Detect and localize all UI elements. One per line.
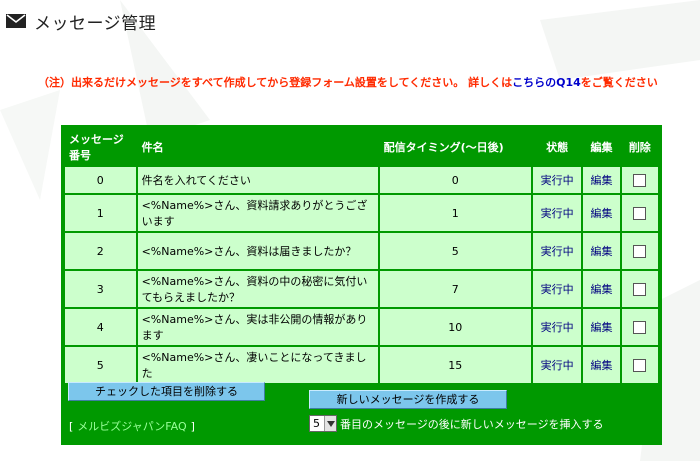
row-number: 3 <box>65 271 136 307</box>
faq-footer: [メルビズジャパンFAQ] <box>69 418 195 434</box>
faq-open-bracket: [ <box>69 420 74 433</box>
message-table: メッセージ番号 件名 配信タイミング(～日後) 状態 編集 削除 0 件名を入れ… <box>63 127 660 385</box>
edit-link[interactable]: 編集 <box>590 245 612 258</box>
notice-message: （注）出来るだけメッセージをすべて作成してから登録フォーム設置をしてください。 … <box>38 74 658 90</box>
header-timing: 配信タイミング(～日後) <box>379 129 531 165</box>
row-subject: <%Name%>さん、実は非公開の情報があります <box>137 309 378 345</box>
status-link[interactable]: 実行中 <box>541 245 574 258</box>
edit-link[interactable]: 編集 <box>590 359 612 372</box>
edit-link[interactable]: 編集 <box>590 321 612 334</box>
status-link[interactable]: 実行中 <box>541 321 574 334</box>
row-number: 4 <box>65 309 136 345</box>
notice-suffix: をご覧ください <box>580 76 658 89</box>
table-row: 4 <%Name%>さん、実は非公開の情報があります 10 実行中 編集 <box>65 309 658 345</box>
page-title: メッセージ管理 <box>34 13 157 34</box>
delete-checkbox[interactable] <box>633 173 647 187</box>
header-edit: 編集 <box>583 129 620 165</box>
header-subject: 件名 <box>137 129 378 165</box>
insert-position-label: 番目のメッセージの後に新しいメッセージを挿入する <box>340 417 604 431</box>
row-number: 2 <box>65 233 136 269</box>
row-number: 0 <box>65 167 136 193</box>
insert-position-row: 5 番目のメッセージの後に新しいメッセージを挿入する <box>309 415 604 432</box>
status-link[interactable]: 実行中 <box>541 359 574 372</box>
row-timing: 7 <box>379 271 531 307</box>
notice-text: （注）出来るだけメッセージをすべて作成してから登録フォーム設置をしてください。 <box>38 76 465 89</box>
delete-checkbox[interactable] <box>633 358 647 372</box>
row-timing: 5 <box>379 233 531 269</box>
mail-icon <box>6 14 26 28</box>
row-number: 5 <box>65 347 136 383</box>
row-timing: 10 <box>379 309 531 345</box>
delete-checked-button[interactable]: チェックした項目を削除する <box>68 382 265 401</box>
status-link[interactable]: 実行中 <box>541 174 574 187</box>
chevron-down-icon <box>324 416 336 431</box>
faq-link[interactable]: メルビズジャパンFAQ <box>77 420 186 433</box>
new-message-button[interactable]: 新しいメッセージを作成する <box>309 390 507 409</box>
faq-close-bracket: ] <box>190 420 195 433</box>
delete-checkbox[interactable] <box>633 206 647 220</box>
row-subject: <%Name%>さん、資料は届きましたか？ <box>137 233 378 269</box>
table-row: 5 <%Name%>さん、凄いことになってきました 15 実行中 編集 <box>65 347 658 383</box>
notice-link-prefix: 詳しくは <box>468 76 513 89</box>
edit-link[interactable]: 編集 <box>590 174 612 187</box>
delete-checkbox[interactable] <box>633 282 647 296</box>
status-link[interactable]: 実行中 <box>541 207 574 220</box>
row-timing: 15 <box>379 347 531 383</box>
insert-position-select[interactable]: 5 <box>309 415 337 432</box>
faq-q14-link[interactable]: こちらのQ14 <box>512 76 581 89</box>
message-panel: メッセージ番号 件名 配信タイミング(～日後) 状態 編集 削除 0 件名を入れ… <box>61 125 662 445</box>
row-subject: <%Name%>さん、資料の中の秘密に気付いてもらえましたか？ <box>137 271 378 307</box>
row-timing: 1 <box>379 195 531 231</box>
delete-checkbox[interactable] <box>633 244 647 258</box>
table-row: 3 <%Name%>さん、資料の中の秘密に気付いてもらえましたか？ 7 実行中 … <box>65 271 658 307</box>
table-row: 1 <%Name%>さん、資料請求ありがとうございます 1 実行中 編集 <box>65 195 658 231</box>
table-row: 2 <%Name%>さん、資料は届きましたか？ 5 実行中 編集 <box>65 233 658 269</box>
table-header-row: メッセージ番号 件名 配信タイミング(～日後) 状態 編集 削除 <box>65 129 658 165</box>
row-subject: <%Name%>さん、資料請求ありがとうございます <box>137 195 378 231</box>
row-number: 1 <box>65 195 136 231</box>
edit-link[interactable]: 編集 <box>590 207 612 220</box>
header-status: 状態 <box>532 129 582 165</box>
delete-checkbox[interactable] <box>633 320 647 334</box>
edit-link[interactable]: 編集 <box>590 283 612 296</box>
row-timing: 0 <box>379 167 531 193</box>
insert-position-value: 5 <box>313 417 320 430</box>
page-header: メッセージ管理 <box>6 8 156 34</box>
header-delete: 削除 <box>621 129 658 165</box>
row-subject: 件名を入れてください <box>137 167 378 193</box>
status-link[interactable]: 実行中 <box>541 283 574 296</box>
table-row: 0 件名を入れてください 0 実行中 編集 <box>65 167 658 193</box>
header-number: メッセージ番号 <box>65 129 136 165</box>
row-subject: <%Name%>さん、凄いことになってきました <box>137 347 378 383</box>
